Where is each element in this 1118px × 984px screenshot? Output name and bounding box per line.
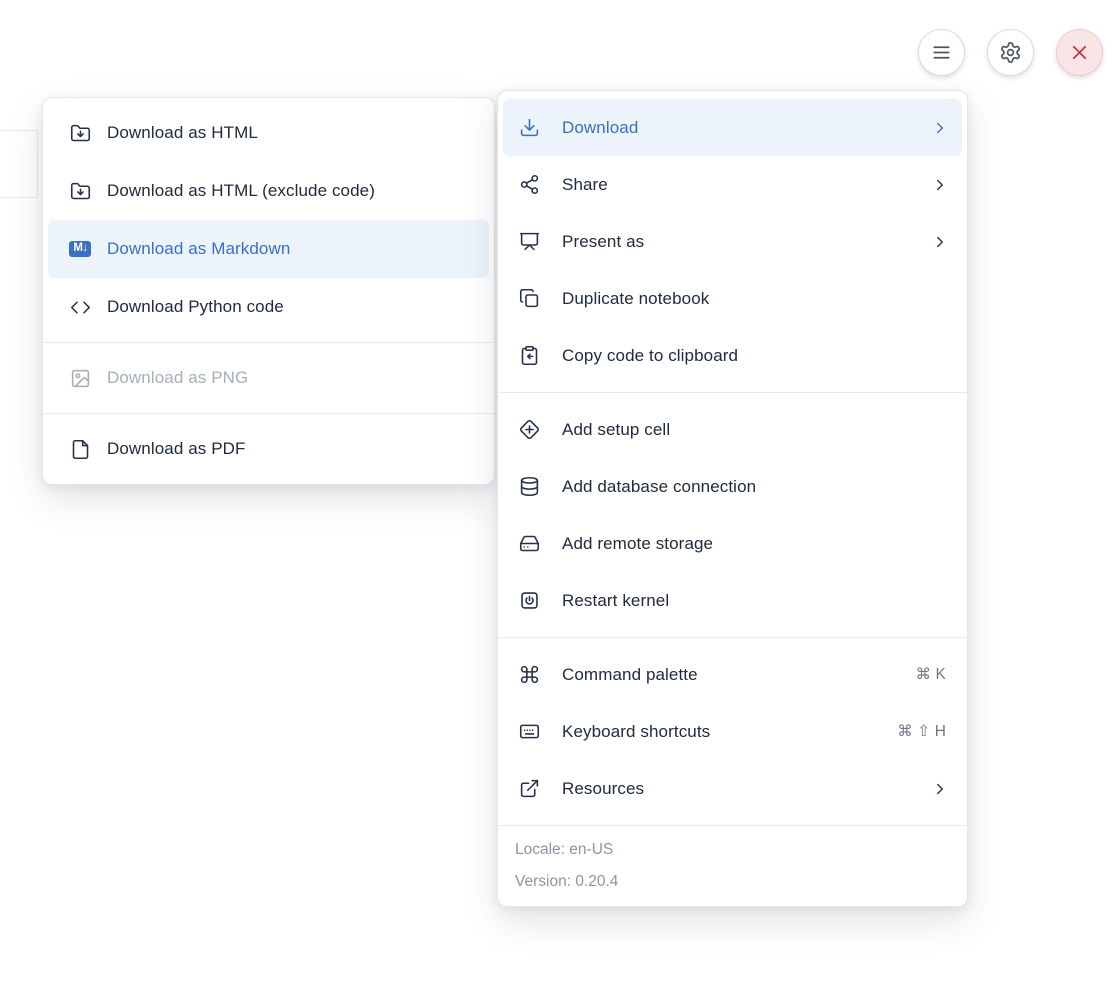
menu-item-duplicate-notebook[interactable]: Duplicate notebook	[503, 270, 962, 327]
menu-item-keyboard-shortcuts[interactable]: Keyboard shortcuts ⌘ ⇧ H	[503, 703, 962, 760]
menu-item-label: Download Python code	[107, 297, 476, 317]
menu-group: Add setup cell Add database connection Add…	[498, 392, 967, 637]
menu-item-download[interactable]: Download	[503, 99, 962, 156]
menu-item-label: Keyboard shortcuts	[562, 722, 885, 742]
footer-version: Version: 0.20.4	[515, 873, 950, 890]
share-icon	[518, 174, 540, 196]
menu-item-download-as-html-exclude-code[interactable]: Download as HTML (exclude code)	[48, 162, 489, 220]
menu-group: Download as HTML Download as HTML (exclud…	[43, 98, 494, 342]
keyboard-icon	[518, 721, 540, 743]
notebook-menu-button[interactable]	[918, 29, 965, 76]
menu-item-download-as-pdf[interactable]: Download as PDF	[48, 420, 489, 478]
menu-item-label: Present as	[562, 232, 919, 252]
markdown-badge-icon: M↓	[69, 238, 91, 260]
notebook-actions-menu: Download Share Present as Duplicate noteboo…	[497, 90, 968, 907]
underlying-cell-border	[0, 130, 38, 198]
menu-item-add-remote-storage[interactable]: Add remote storage	[503, 515, 962, 572]
menu-item-label: Download	[562, 118, 919, 138]
keyboard-shortcut-hint: ⌘ ⇧ H	[897, 722, 946, 741]
menu-footer: Locale: en-US Version: 0.20.4	[498, 825, 967, 906]
chevron-right-icon	[931, 233, 949, 251]
clipboard-copy-icon	[518, 345, 540, 367]
menu-item-share[interactable]: Share	[503, 156, 962, 213]
download-icon	[518, 117, 540, 139]
menu-item-label: Duplicate notebook	[562, 289, 949, 309]
menu-group: Download as PDF	[43, 413, 494, 484]
gear-icon	[999, 41, 1022, 64]
menu-item-label: Download as PNG	[107, 368, 476, 388]
menu-item-label: Copy code to clipboard	[562, 346, 949, 366]
shutdown-button[interactable]	[1056, 29, 1103, 76]
menu-group: Download Share Present as Duplicate noteboo…	[498, 91, 967, 392]
footer-locale: Locale: en-US	[515, 841, 950, 858]
copy-icon	[518, 288, 540, 310]
menu-item-label: Add database connection	[562, 477, 949, 497]
close-icon	[1068, 41, 1091, 64]
menu-item-label: Share	[562, 175, 919, 195]
database-icon	[518, 476, 540, 498]
menu-group: Command palette ⌘ K Keyboard shortcuts ⌘ ⇧ …	[498, 637, 967, 825]
image-icon	[69, 367, 91, 389]
menu-item-download-as-html[interactable]: Download as HTML	[48, 104, 489, 162]
menu-item-label: Restart kernel	[562, 591, 949, 611]
download-submenu: Download as HTML Download as HTML (exclud…	[42, 97, 495, 485]
menu-group: Download as PNG	[43, 342, 494, 413]
file-icon	[69, 438, 91, 460]
folder-down-icon	[69, 122, 91, 144]
presentation-icon	[518, 231, 540, 253]
power-square-icon	[518, 590, 540, 612]
menu-item-label: Download as PDF	[107, 439, 476, 459]
menu-item-download-as-markdown[interactable]: M↓ Download as Markdown	[48, 220, 489, 278]
menu-item-restart-kernel[interactable]: Restart kernel	[503, 572, 962, 629]
chevron-right-icon	[931, 176, 949, 194]
menu-item-present-as[interactable]: Present as	[503, 213, 962, 270]
menu-item-download-as-png: Download as PNG	[48, 349, 489, 407]
menu-item-add-setup-cell[interactable]: Add setup cell	[503, 401, 962, 458]
menu-item-label: Resources	[562, 779, 919, 799]
menu-item-label: Add remote storage	[562, 534, 949, 554]
menu-item-label: Download as HTML	[107, 123, 476, 143]
hard-drive-icon	[518, 533, 540, 555]
chevron-right-icon	[931, 119, 949, 137]
hamburger-icon	[930, 41, 953, 64]
menu-item-resources[interactable]: Resources	[503, 760, 962, 817]
settings-button[interactable]	[987, 29, 1034, 76]
chevron-right-icon	[931, 780, 949, 798]
code-icon	[69, 296, 91, 318]
menu-item-label: Command palette	[562, 665, 904, 685]
notebook-action-toolbar	[918, 29, 1103, 76]
external-link-icon	[518, 778, 540, 800]
folder-down-icon	[69, 180, 91, 202]
menu-item-command-palette[interactable]: Command palette ⌘ K	[503, 646, 962, 703]
menu-item-copy-code-to-clipboard[interactable]: Copy code to clipboard	[503, 327, 962, 384]
menu-item-download-python-code[interactable]: Download Python code	[48, 278, 489, 336]
command-icon	[518, 664, 540, 686]
keyboard-shortcut-hint: ⌘ K	[916, 665, 946, 684]
menu-item-label: Add setup cell	[562, 420, 949, 440]
menu-item-label: Download as HTML (exclude code)	[107, 181, 476, 201]
menu-item-add-database-connection[interactable]: Add database connection	[503, 458, 962, 515]
menu-item-label: Download as Markdown	[107, 239, 476, 259]
diamond-plus-icon	[518, 419, 540, 441]
